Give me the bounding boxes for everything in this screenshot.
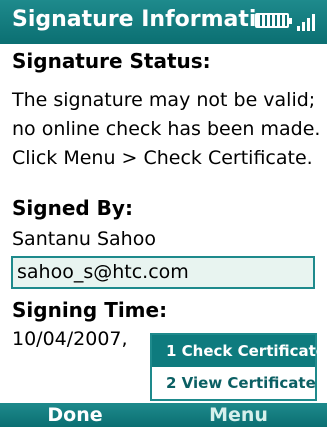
signed-by-label: Signed By: [12, 196, 133, 220]
window-title: Signature Information [12, 7, 288, 32]
signing-time-value: 10/04/2007, [12, 328, 128, 350]
menu-item-check-certificate[interactable]: 1 Check Certificate [152, 335, 326, 367]
signature-status-text: The signature may not be valid; no onlin… [12, 86, 320, 173]
menu-item-view-certificate[interactable]: 2 View Certificate [152, 367, 316, 399]
status-line: Click Menu > Check Certificate. [12, 147, 313, 169]
signing-time-label: Signing Time: [12, 298, 168, 322]
signer-email-field[interactable]: sahoo_s@htc.com [11, 256, 315, 289]
status-area[interactable] [255, 9, 319, 35]
status-line: The signature may not be valid; [12, 89, 316, 111]
menu-softkey[interactable]: Menu [150, 403, 327, 427]
signal-icon [297, 14, 315, 31]
context-menu: 1 Check Certificate 2 View Certificate [150, 333, 326, 401]
softkey-bar: Done Menu [0, 403, 327, 427]
signer-name: Santanu Sahoo [12, 228, 156, 250]
status-line: no online check has been made. [12, 118, 321, 140]
title-bar: Signature Information [0, 0, 327, 44]
battery-icon [255, 13, 289, 28]
done-softkey[interactable]: Done [0, 403, 150, 427]
signature-status-label: Signature Status: [12, 49, 211, 73]
battery-tip [289, 18, 292, 24]
signature-status-section: Signature Status: [12, 48, 320, 75]
